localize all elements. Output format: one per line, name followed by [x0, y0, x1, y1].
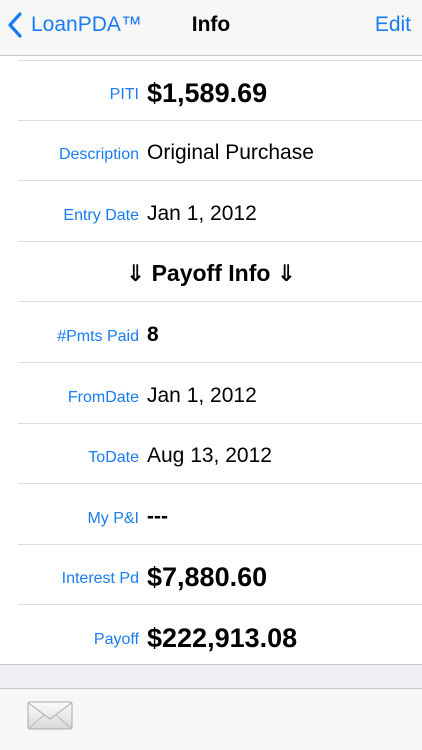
navigation-bar: LoanPDA™ Info Edit — [0, 0, 422, 56]
bottom-toolbar — [0, 688, 422, 750]
payoff-label: Payoff — [93, 630, 139, 648]
from-date-value: Jan 1, 2012 — [147, 383, 257, 407]
piti-value: $1,589.69 — [147, 77, 268, 108]
row-my-pi: My P&I --- — [18, 484, 422, 545]
row-piti: PITI $1,589.69 — [18, 60, 422, 121]
to-date-value: Aug 13, 2012 — [147, 444, 272, 468]
my-pi-label: My P&I — [87, 509, 139, 527]
back-button[interactable]: LoanPDA™ — [6, 10, 142, 40]
chevron-left-icon — [8, 12, 22, 38]
row-interest-paid: Interest Pd $7,880.60 — [18, 545, 422, 606]
to-date-label: ToDate — [88, 449, 139, 467]
info-list: PITI $1,589.69 Description Original Purc… — [0, 56, 422, 666]
row-pmts-paid: #Pmts Paid 8 — [18, 302, 422, 363]
description-label: Description — [58, 146, 139, 164]
pmts-paid-label: #Pmts Paid — [57, 327, 139, 345]
entry-date-value: Jan 1, 2012 — [147, 201, 257, 225]
mail-envelope-icon — [27, 701, 73, 730]
row-entry-date: Entry Date Jan 1, 2012 — [18, 181, 422, 242]
interest-paid-value: $7,880.60 — [147, 562, 268, 593]
row-payoff-info-header: ⇓ Payoff Info ⇓ — [18, 242, 422, 303]
row-description: Description Original Purchase — [18, 121, 422, 182]
from-date-label: FromDate — [67, 388, 139, 406]
pmts-paid-value: 8 — [147, 322, 159, 346]
back-button-label: LoanPDA™ — [31, 13, 142, 36]
piti-label: PITI — [109, 85, 139, 103]
edit-button[interactable]: Edit — [375, 13, 411, 37]
payoff-value: $222,913.08 — [147, 622, 298, 653]
entry-date-label: Entry Date — [63, 206, 139, 224]
row-from-date: FromDate Jan 1, 2012 — [18, 363, 422, 424]
list-footer-spacer — [0, 665, 422, 689]
description-value: Original Purchase — [147, 141, 314, 165]
row-to-date: ToDate Aug 13, 2012 — [18, 424, 422, 485]
mail-button[interactable] — [27, 697, 73, 731]
payoff-info-header: ⇓ Payoff Info ⇓ — [125, 260, 297, 287]
row-payoff: Payoff $222,913.08 — [18, 605, 422, 666]
interest-paid-label: Interest Pd — [61, 570, 139, 588]
my-pi-value: --- — [147, 504, 168, 528]
